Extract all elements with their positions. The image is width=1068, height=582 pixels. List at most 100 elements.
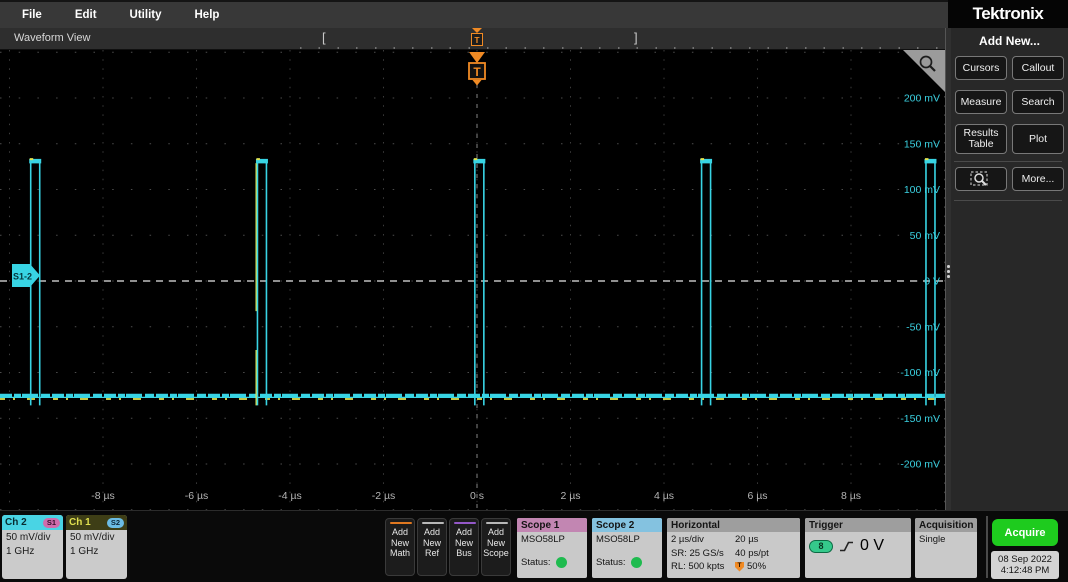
scope-1-model: MSO58LP bbox=[521, 534, 583, 545]
callout-button[interactable]: Callout bbox=[1012, 56, 1064, 80]
add-new-title: Add New... bbox=[951, 34, 1068, 48]
date-text: 08 Sep 2022 bbox=[998, 554, 1052, 566]
bottombar-divider bbox=[986, 516, 988, 578]
math-color-stripe bbox=[390, 522, 412, 524]
channel-1-label: Ch 1 bbox=[69, 517, 91, 528]
menu-help[interactable]: Help bbox=[195, 9, 220, 21]
time-axis-label: -2 µs bbox=[372, 490, 396, 502]
trigger-panel[interactable]: Trigger 8 0 V bbox=[805, 518, 911, 578]
acquisition-mode: Single bbox=[915, 532, 977, 547]
scope-1-panel[interactable]: Scope 1 MSO58LP Status: bbox=[517, 518, 587, 578]
more-button[interactable]: More... bbox=[1012, 167, 1064, 191]
record-view-right-bracket[interactable]: ] bbox=[634, 30, 638, 45]
trigger-t-icon: T bbox=[471, 33, 483, 46]
channel-2-bandwidth: 1 GHz bbox=[6, 545, 59, 559]
tektronix-logo: Tektronix bbox=[973, 4, 1044, 24]
acquisition-title: Acquisition bbox=[915, 518, 977, 532]
results-table-button[interactable]: Results Table bbox=[955, 124, 1007, 154]
add-scope-label: Add New Scope bbox=[483, 527, 509, 558]
status-ok-icon bbox=[556, 557, 567, 568]
source-s1-badge: S1 bbox=[43, 518, 60, 528]
voltage-axis-label: 150 mV bbox=[904, 138, 940, 150]
time-axis-label: -8 µs bbox=[91, 490, 115, 502]
acquisition-panel[interactable]: Acquisition Single bbox=[915, 518, 977, 578]
magnifier-icon bbox=[970, 170, 992, 188]
source-s2-badge: S2 bbox=[107, 518, 124, 528]
add-new-ref-button[interactable]: Add New Ref bbox=[417, 518, 447, 576]
voltage-axis-label: 0 V bbox=[924, 276, 940, 288]
add-new-math-button[interactable]: Add New Math bbox=[385, 518, 415, 576]
measure-button[interactable]: Measure bbox=[955, 90, 1007, 114]
acquire-button[interactable]: Acquire bbox=[992, 519, 1058, 546]
menu-edit[interactable]: Edit bbox=[75, 9, 97, 21]
splitter-grip-icon bbox=[947, 265, 950, 278]
trigger-arrow-icon[interactable] bbox=[469, 52, 485, 63]
ch2-pulse bbox=[475, 161, 484, 405]
time-axis-label: 8 µs bbox=[841, 490, 861, 502]
cursors-button[interactable]: Cursors bbox=[955, 56, 1007, 80]
horizontal-sample-rate: SR: 25 GS/s bbox=[671, 548, 735, 559]
horizontal-scale: 2 µs/div bbox=[671, 534, 735, 545]
horizontal-panel[interactable]: Horizontal 2 µs/div 20 µs SR: 25 GS/s 40… bbox=[667, 518, 800, 578]
add-new-scope-button[interactable]: Add New Scope bbox=[481, 518, 511, 576]
voltage-axis-label: -50 mV bbox=[906, 321, 940, 333]
scope-2-model: MSO58LP bbox=[596, 534, 658, 545]
time-axis-label: 6 µs bbox=[747, 490, 767, 502]
record-view-ticks bbox=[300, 47, 945, 49]
voltage-axis-label: -100 mV bbox=[900, 367, 940, 379]
record-view-left-bracket[interactable]: [ bbox=[322, 30, 326, 45]
time-axis-label: -6 µs bbox=[185, 490, 209, 502]
time-axis-label: 4 µs bbox=[654, 490, 674, 502]
scope-1-status-label: Status: bbox=[521, 557, 551, 568]
add-new-panel: Add New... Cursors Callout Measure Searc… bbox=[951, 28, 1068, 510]
panel-separator bbox=[954, 200, 1062, 201]
channel-1-bandwidth: 1 GHz bbox=[70, 545, 123, 559]
rising-edge-icon bbox=[839, 541, 854, 552]
trigger-source-badge: 8 bbox=[809, 540, 833, 553]
channel-1-badge[interactable]: Ch 1 S2 50 mV/div 1 GHz bbox=[66, 515, 127, 579]
horizontal-title: Horizontal bbox=[667, 518, 800, 532]
trigger-level: 0 V bbox=[860, 537, 884, 555]
horizontal-record-length: RL: 500 kpts bbox=[671, 561, 735, 572]
trigger-arrow-icon bbox=[473, 80, 482, 86]
add-ref-label: Add New Ref bbox=[423, 527, 441, 558]
ch2-pulse bbox=[702, 161, 711, 405]
scope-1-title: Scope 1 bbox=[517, 518, 587, 532]
channel-2-scale: 50 mV/div bbox=[6, 531, 59, 545]
trigger-position-icon: T bbox=[735, 562, 744, 572]
voltage-axis-label: -150 mV bbox=[900, 413, 940, 425]
scope-2-title: Scope 2 bbox=[592, 518, 662, 532]
plot-button[interactable]: Plot bbox=[1012, 124, 1064, 154]
brand-area: Tektronix bbox=[948, 0, 1068, 28]
add-new-bus-button[interactable]: Add New Bus bbox=[449, 518, 479, 576]
channel-2-label: Ch 2 bbox=[5, 517, 27, 528]
voltage-axis-label: -200 mV bbox=[900, 459, 940, 471]
datetime-display[interactable]: 08 Sep 2022 4:12:48 PM bbox=[991, 551, 1059, 579]
trigger-t-letter: T bbox=[473, 65, 481, 79]
voltage-axis-label: 50 mV bbox=[910, 230, 940, 242]
add-math-label: Add New Math bbox=[390, 527, 410, 558]
menu-utility[interactable]: Utility bbox=[130, 9, 162, 21]
scope-color-stripe bbox=[486, 522, 508, 524]
tab-waveform-view[interactable]: Waveform View bbox=[14, 32, 90, 44]
menu-file[interactable]: File bbox=[22, 9, 42, 21]
horizontal-window: 20 µs bbox=[735, 534, 796, 545]
trigger-title: Trigger bbox=[805, 518, 911, 532]
menu-bar: File Edit Utility Help bbox=[0, 0, 948, 28]
channel-2-badge[interactable]: Ch 2 S1 50 mV/div 1 GHz bbox=[2, 515, 63, 579]
scope-2-panel[interactable]: Scope 2 MSO58LP Status: bbox=[592, 518, 662, 578]
horizontal-resolution: 40 ps/pt bbox=[735, 548, 796, 559]
search-button[interactable]: Search bbox=[1012, 90, 1064, 114]
add-bus-label: Add New Bus bbox=[455, 527, 473, 558]
waveform-plot[interactable]: 200 mV 150 mV 100 mV 50 mV 0 V -50 mV -100 mV -… bbox=[0, 50, 945, 510]
scope-2-status-label: Status: bbox=[596, 557, 626, 568]
settings-bar: Ch 2 S1 50 mV/div 1 GHz Ch 1 S2 50 mV/di… bbox=[0, 510, 1068, 582]
ch2-level-flag-label: S1-2 bbox=[13, 272, 32, 282]
bus-color-stripe bbox=[454, 522, 476, 524]
status-ok-icon bbox=[631, 557, 642, 568]
voltage-axis-label: 200 mV bbox=[904, 93, 940, 105]
oscilloscope-app: File Edit Utility Help Tektronix Wavefor… bbox=[0, 0, 1068, 582]
voltage-axis-label: 100 mV bbox=[904, 184, 940, 196]
ch2-pulse bbox=[257, 161, 266, 405]
zoom-mode-button[interactable] bbox=[955, 167, 1007, 191]
